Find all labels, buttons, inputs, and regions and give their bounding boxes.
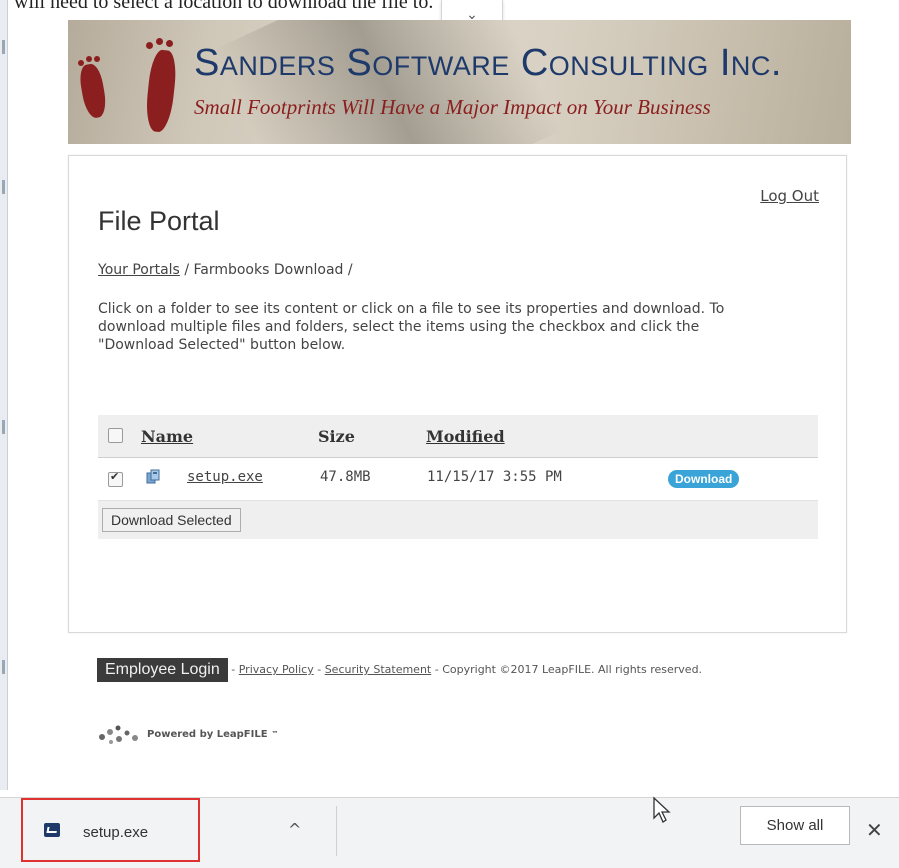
column-size-header: Size [318,427,355,446]
download-selected-button[interactable]: Download Selected [102,508,241,532]
portal-instructions: Click on a folder to see its content or … [98,301,725,353]
download-button[interactable]: Download [668,470,740,488]
table-footer: Download Selected [98,501,818,539]
file-modified: 11/15/17 3:55 PM [427,469,562,485]
executable-file-icon [146,469,160,484]
copyright-text: - Copyright ©2017 LeapFILE. All rights r… [434,663,703,676]
window-left-edge [0,0,8,790]
powered-by-text: Powered by LeapFILE [147,728,268,740]
download-file-name: setup.exe [83,824,149,841]
breadcrumb-separator: / [184,262,190,278]
file-size: 47.8MB [320,469,371,485]
divider [336,806,337,856]
download-item[interactable]: setup.exe [21,798,200,862]
breadcrumb-your-portals[interactable]: Your Portals [98,262,180,278]
company-tagline: Small Footprints Will Have a Major Impac… [194,95,711,119]
column-name-header[interactable]: Name [141,427,193,446]
employee-login-button[interactable]: Employee Login [97,658,228,682]
powered-by: Powered by LeapFILE ™ [97,723,279,745]
file-portal-card: Log Out File Portal Your Portals / Farmb… [68,155,847,633]
show-all-button[interactable]: Show all [740,806,850,845]
column-modified-header[interactable]: Modified [426,427,505,446]
file-table: Name Size Modified setup.exe 47.8MB 11/1… [98,415,818,539]
company-banner: Sanders Software Consulting Inc. Small F… [68,20,851,144]
footer-separator: - [317,663,322,676]
close-icon[interactable]: ✕ [866,818,883,842]
breadcrumb-separator: / [347,262,353,278]
breadcrumb-current: Farmbooks Download [193,262,344,278]
row-checkbox[interactable] [108,470,123,487]
chevron-up-icon[interactable]: ^ [288,820,301,839]
instruction-text: will need to select a location to downlo… [14,0,434,13]
site-footer: Employee Login - Privacy Policy - Securi… [97,658,817,682]
footprint-icon [143,48,179,134]
security-statement-link[interactable]: Security Statement [325,663,432,676]
breadcrumb: Your Portals / Farmbooks Download / [98,262,353,278]
privacy-policy-link[interactable]: Privacy Policy [239,663,314,676]
footer-separator: - [231,663,236,676]
browser-download-bar: setup.exe ^ Show all ✕ [0,797,899,868]
file-name-link[interactable]: setup.exe [187,469,263,485]
company-name: Sanders Software Consulting Inc. [194,42,782,84]
table-row: setup.exe 47.8MB 11/15/17 3:55 PM Downlo… [98,458,818,501]
mouse-cursor-icon [653,796,671,823]
logout-link[interactable]: Log Out [760,187,819,205]
page-title: File Portal [98,206,220,236]
installer-file-icon [44,823,60,837]
select-all-checkbox[interactable] [108,428,123,443]
footprint-icon [77,62,109,120]
table-header: Name Size Modified [98,415,818,458]
leapfile-logo-icon [99,725,138,744]
